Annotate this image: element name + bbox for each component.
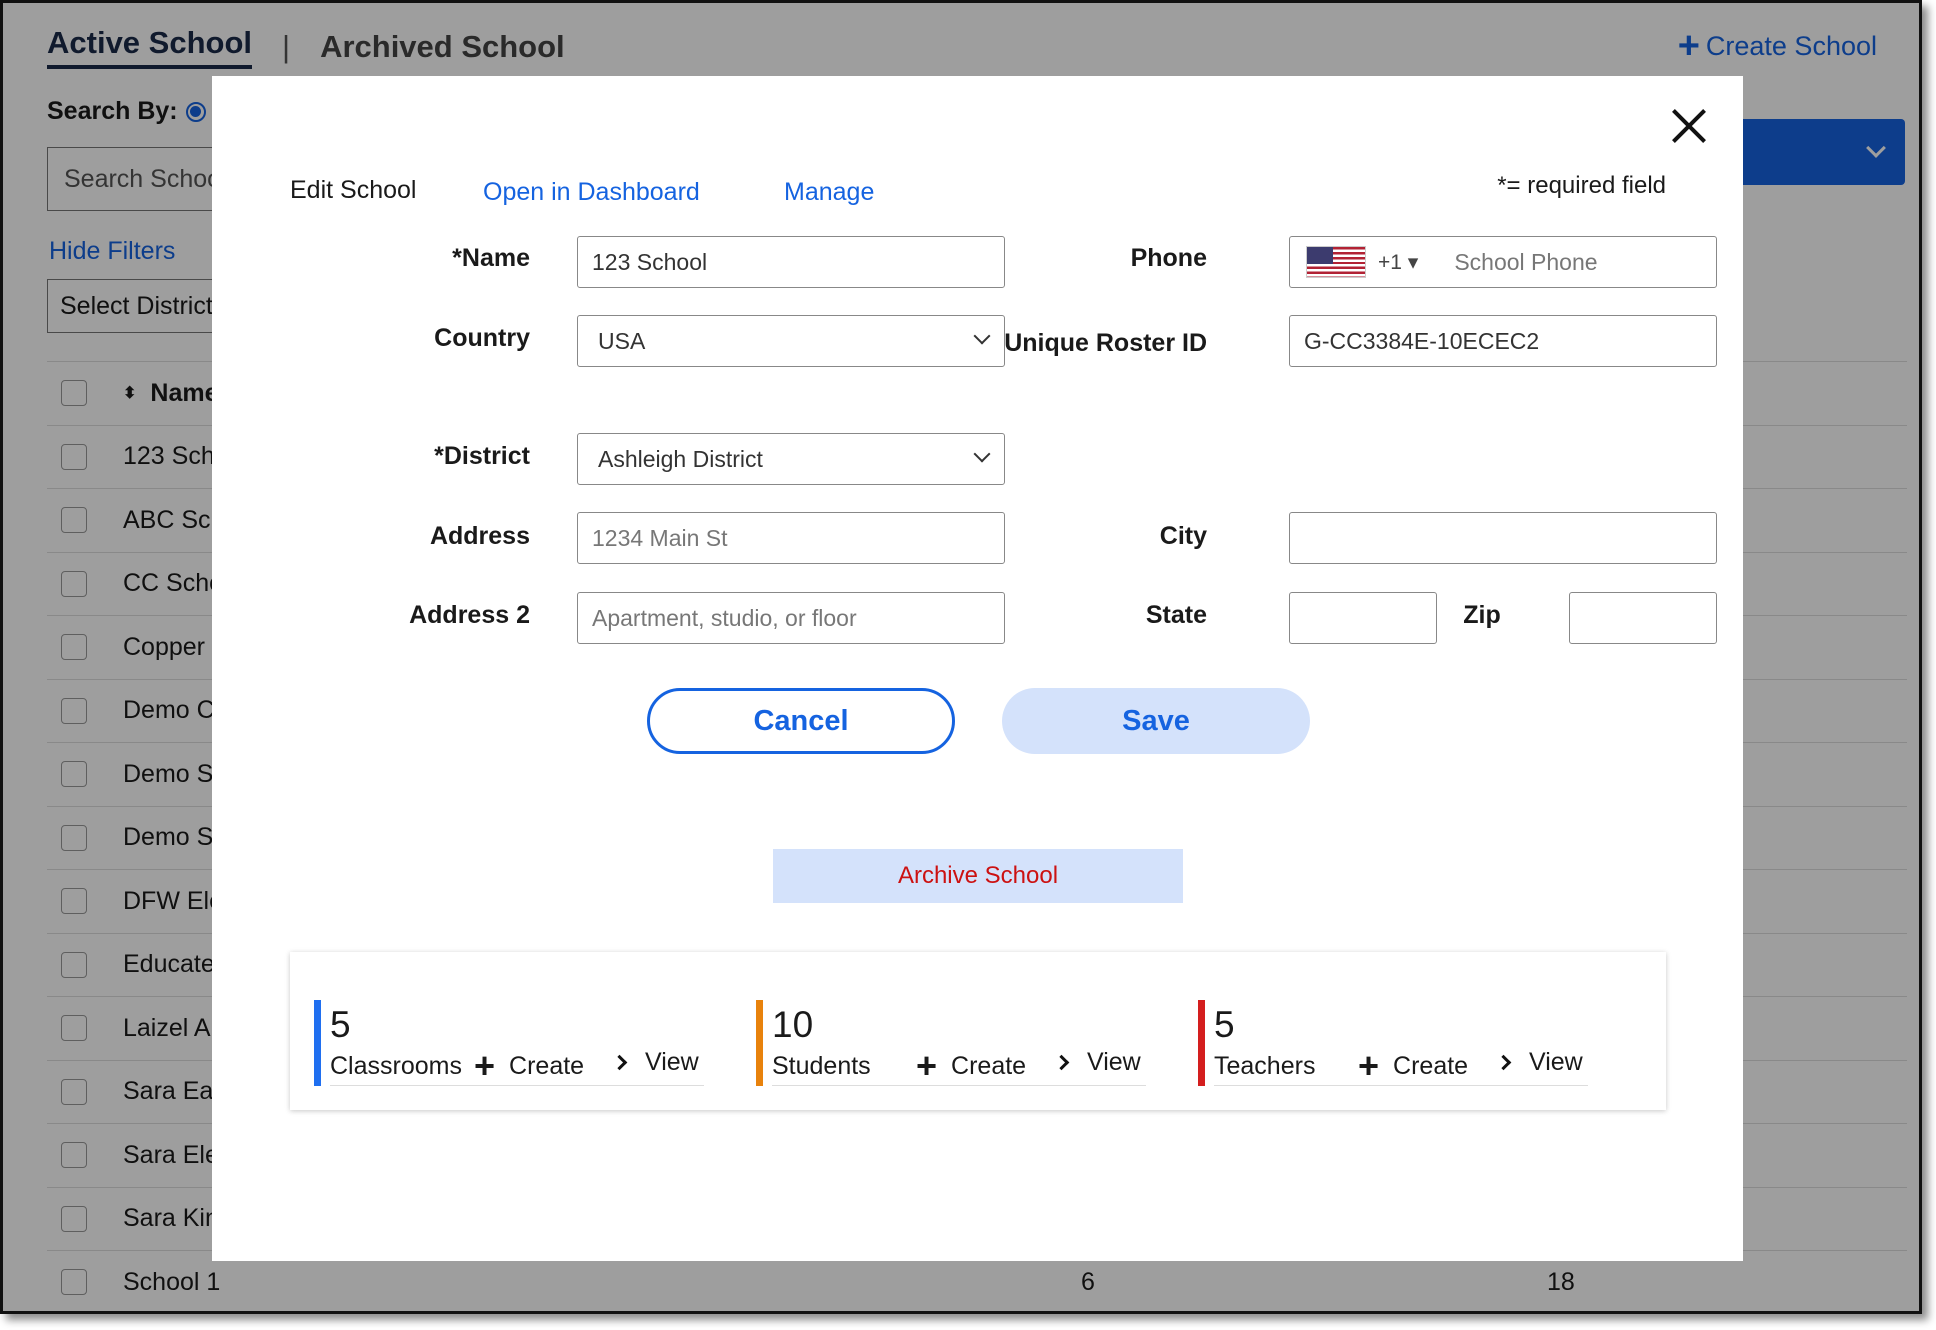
create-label: Create: [1393, 1051, 1469, 1080]
plus-icon: +: [474, 1045, 496, 1086]
required-field-note: *= required field: [1497, 172, 1666, 199]
zip-label: Zip: [1463, 601, 1501, 629]
create-student-button[interactable]: + Create: [916, 1048, 1026, 1084]
plus-icon: +: [916, 1045, 938, 1086]
view-classrooms-button[interactable]: View: [611, 1048, 699, 1077]
state-label: State: [1145, 601, 1207, 629]
teachers-stat: 5 Teachers + Create View: [1198, 1000, 1588, 1086]
phone-placeholder: School Phone: [1454, 248, 1598, 275]
city-field[interactable]: [1289, 512, 1717, 564]
open-in-dashboard-link[interactable]: Open in Dashboard: [483, 178, 700, 207]
country-select[interactable]: USA: [577, 315, 1005, 367]
classrooms-label: Classrooms: [330, 1052, 462, 1080]
city-label: City: [1159, 522, 1207, 550]
address-field[interactable]: 1234 Main St: [577, 512, 1005, 564]
address2-placeholder: Apartment, studio, or floor: [592, 604, 857, 631]
close-icon[interactable]: [1669, 106, 1709, 146]
country-code-select[interactable]: +1 ▾: [1378, 250, 1418, 275]
create-label: Create: [509, 1051, 585, 1080]
view-label: View: [1087, 1048, 1141, 1076]
zip-field[interactable]: [1569, 592, 1717, 644]
view-students-button[interactable]: View: [1053, 1048, 1141, 1077]
stat-divider: [772, 1085, 1146, 1086]
app-window: Active School | Archived School + Create…: [0, 0, 1922, 1314]
country-value: USA: [598, 327, 646, 354]
chevron-right-icon: [1495, 1054, 1512, 1071]
view-teachers-button[interactable]: View: [1495, 1048, 1583, 1077]
classrooms-color-bar: [314, 1000, 321, 1086]
address-value: 1234 Main St: [592, 524, 728, 551]
chevron-down-icon: [973, 445, 991, 463]
chevron-right-icon: [1053, 1054, 1070, 1071]
classrooms-count: 5: [330, 1004, 351, 1045]
archive-school-button[interactable]: Archive School: [773, 849, 1183, 903]
name-value: 123 School: [592, 248, 708, 275]
teachers-count: 5: [1214, 1004, 1235, 1045]
roster-id-field[interactable]: G-CC3384E-10ECEC2: [1289, 315, 1717, 367]
view-label: View: [645, 1048, 699, 1076]
classrooms-stat: 5 Classrooms + Create View: [314, 1000, 704, 1086]
view-label: View: [1529, 1048, 1583, 1076]
address2-field[interactable]: Apartment, studio, or floor: [577, 592, 1005, 644]
create-label: Create: [951, 1051, 1027, 1080]
country-label: Country: [434, 324, 530, 352]
plus-icon: +: [1358, 1045, 1380, 1086]
students-label: Students: [772, 1052, 871, 1080]
us-flag-icon[interactable]: [1306, 246, 1366, 278]
teachers-color-bar: [1198, 1000, 1205, 1086]
address-label: Address: [429, 522, 530, 550]
stat-divider: [330, 1085, 704, 1086]
students-stat: 10 Students + Create View: [756, 1000, 1146, 1086]
district-select[interactable]: Ashleigh District: [577, 433, 1005, 485]
roster-id-value: G-CC3384E-10ECEC2: [1304, 327, 1540, 354]
district-label: *District: [434, 442, 530, 470]
roster-id-label: Unique Roster ID: [1004, 329, 1207, 357]
name-label: *Name: [452, 244, 530, 272]
create-teacher-button[interactable]: + Create: [1358, 1048, 1468, 1084]
students-count: 10: [772, 1004, 814, 1045]
school-stats-card: 5 Classrooms + Create View 10 Students + C…: [290, 952, 1666, 1110]
phone-label: Phone: [1130, 244, 1207, 272]
manage-link[interactable]: Manage: [784, 178, 874, 207]
modal-title: Edit School: [290, 176, 417, 204]
students-color-bar: [756, 1000, 763, 1086]
cancel-button[interactable]: Cancel: [647, 688, 955, 754]
phone-field[interactable]: +1 ▾ School Phone: [1289, 236, 1717, 288]
state-field[interactable]: [1289, 592, 1437, 644]
chevron-right-icon: [611, 1054, 628, 1071]
stat-divider: [1214, 1085, 1588, 1086]
district-value: Ashleigh District: [598, 445, 763, 472]
edit-school-modal: Edit School Open in Dashboard Manage *= …: [212, 76, 1743, 1261]
save-button[interactable]: Save: [1002, 688, 1310, 754]
teachers-label: Teachers: [1214, 1052, 1316, 1080]
address2-label: Address 2: [409, 601, 530, 629]
create-classroom-button[interactable]: + Create: [474, 1048, 584, 1084]
name-field[interactable]: 123 School: [577, 236, 1005, 288]
